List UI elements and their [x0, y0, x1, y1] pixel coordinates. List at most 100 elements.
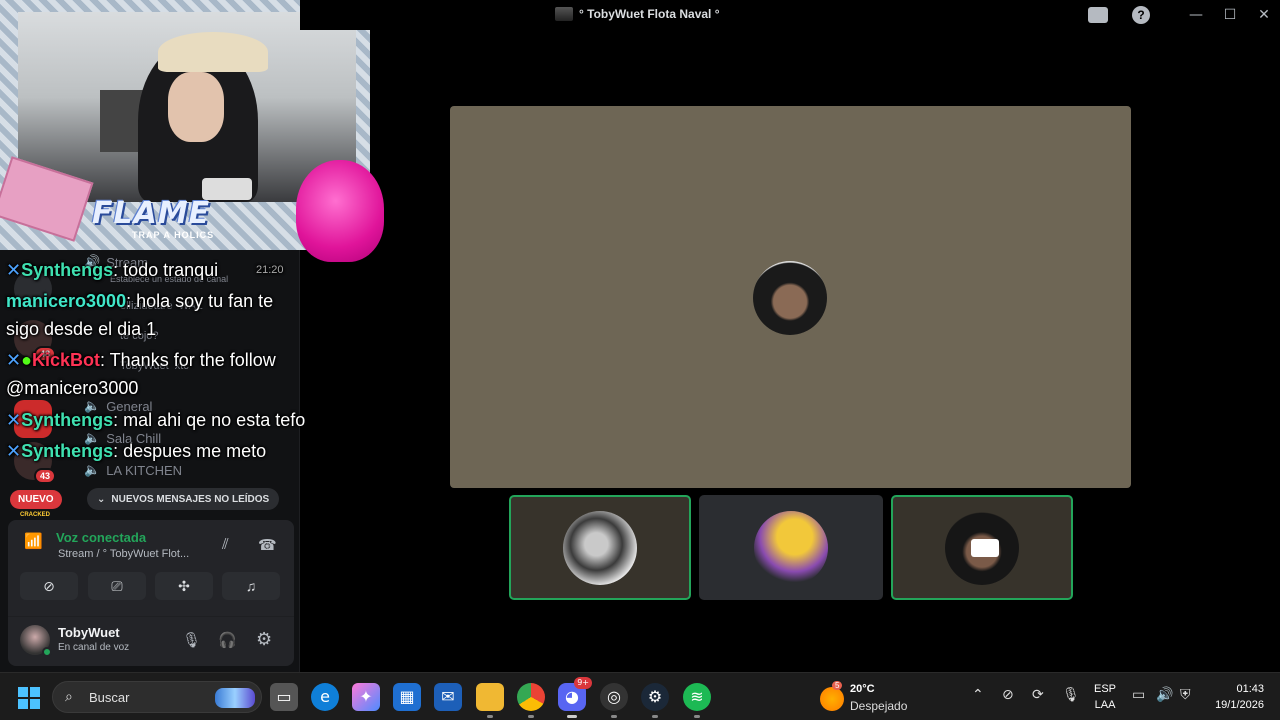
chat-message: manicero3000: hola soy tu fan te [6, 287, 273, 315]
maximize-button[interactable]: ☐ [1218, 4, 1242, 26]
task-view-icon[interactable]: ▭ [270, 683, 298, 711]
signal-icon[interactable]: 📶 [24, 532, 43, 550]
participant-tile[interactable] [509, 495, 691, 600]
steam-icon[interactable]: ⚙ [641, 683, 669, 718]
title-bar: ° TobyWuet Flota Naval ° ? — ☐ ✕ [300, 0, 1280, 30]
volume-icon[interactable]: 🔊 [1156, 687, 1173, 703]
camera-icon[interactable] [971, 539, 999, 557]
store-icon[interactable]: ▦ [393, 683, 421, 711]
inbox-icon[interactable] [1088, 7, 1108, 23]
verified-icon: ✕ [6, 441, 22, 461]
new-badge[interactable]: NUEVO [10, 490, 62, 509]
chrome-icon[interactable] [517, 683, 545, 718]
taskbar-search[interactable]: ⌕ Buscar [52, 681, 262, 713]
outlook-icon[interactable]: ✉ [434, 683, 462, 711]
weather-icon [820, 687, 844, 711]
disconnect-icon[interactable]: ☎ [258, 536, 277, 554]
eye-off-icon[interactable]: ⊘ [1002, 687, 1014, 703]
search-placeholder: Buscar [89, 690, 130, 705]
chat-message-continued: sigo desde el dia 1 [6, 315, 156, 343]
chat-user: Synthengs [21, 260, 114, 280]
camera-off-button[interactable]: ⊘ [20, 572, 78, 600]
discord-glyph: ◕ [565, 687, 579, 706]
soundboard-icon: ♫ [245, 578, 257, 594]
microphone-icon[interactable]: 🎙 [182, 631, 201, 649]
weather-badge: 5 [832, 681, 843, 690]
voice-stage[interactable] [450, 106, 1131, 488]
voice-status: Voz conectada [56, 530, 147, 545]
participant-tile[interactable] [699, 495, 883, 600]
chat-text: @manicero3000 [6, 378, 139, 398]
user-panel: TobyWuet En canal de voz 🎙 🎧 ⚙ [8, 616, 294, 666]
chat-message-continued: @manicero3000 [6, 374, 138, 402]
temperature: 20°C [850, 683, 875, 695]
chevron-down-icon: ⌄ [97, 493, 106, 505]
participant-avatar [563, 510, 637, 585]
clock-date: 19/1/2026 [1215, 699, 1264, 711]
flame-logo: FLAME [92, 196, 211, 231]
bot-icon: ● [21, 350, 32, 370]
voice-location[interactable]: Stream / ° TobyWuet Flot... [58, 548, 189, 560]
discord-icon[interactable]: ◕ 9+ [558, 677, 592, 718]
chat-text: : despues me meto [113, 441, 267, 461]
voice-connection-panel: 📶 Voz conectada Stream / ° TobyWuet Flot… [8, 520, 294, 666]
spotify-icon[interactable]: ≋ [683, 683, 711, 718]
discord-window: 48 43 CRACKED 🔊 Stream Establece un esta… [0, 0, 1280, 720]
headphones-icon[interactable]: 🎧 [218, 631, 237, 649]
user-status: En canal de voz [58, 642, 130, 653]
camera-off-icon: ⊘ [43, 578, 55, 594]
buddha-sticker [296, 160, 384, 262]
close-button[interactable]: ✕ [1252, 4, 1276, 26]
window-title: ° TobyWuet Flota Naval ° [555, 7, 720, 21]
chat-message: ✕Synthengs: todo tranqui [6, 256, 218, 284]
verified-icon: ✕ [6, 350, 22, 370]
clock-time: 01:43 [1236, 683, 1264, 695]
new-messages-label: NUEVOS MENSAJES NO LEÍDOS [111, 493, 270, 505]
language-code: ESP [1094, 683, 1117, 695]
chat-text: : todo tranqui [113, 260, 219, 280]
microphone-icon[interactable]: 🎙 [1062, 687, 1080, 703]
chevron-up-icon[interactable]: ⌃ [972, 687, 984, 703]
noise-suppression-icon[interactable]: ⫽ [222, 536, 229, 553]
streamer-face [168, 72, 224, 142]
battery-icon[interactable]: ⛨ [1180, 687, 1191, 703]
activities-button[interactable]: ✣ [155, 572, 213, 600]
participant-avatar[interactable] [753, 261, 827, 335]
help-icon[interactable]: ? [1132, 6, 1150, 24]
system-clock[interactable]: 01:43 19/1/2026 [1206, 681, 1264, 713]
network-icon[interactable]: ▭ [1132, 687, 1145, 703]
gear-icon[interactable]: ⚙ [256, 629, 272, 650]
chat-message: ✕Synthengs: mal ahi qe no esta tefo [6, 406, 305, 434]
sync-icon[interactable]: ⟳ [1032, 687, 1044, 703]
keyboard-layout: LAA [1094, 699, 1116, 711]
minimize-button[interactable]: — [1184, 4, 1208, 26]
server-label: CRACKED [20, 512, 50, 518]
search-highlight-image [215, 688, 255, 708]
chat-text: sigo desde el dia 1 [6, 319, 157, 339]
chat-timestamp: 21:20 [256, 264, 284, 276]
verified-icon: ✕ [6, 260, 22, 280]
soundboard-button[interactable]: ♫ [222, 572, 280, 600]
server-thumbnail [555, 7, 573, 21]
chat-user: KickBot [31, 350, 100, 370]
participant-avatar [754, 510, 828, 585]
chat-text: : hola soy tu fan te [126, 291, 274, 311]
verified-icon: ✕ [6, 410, 22, 430]
chat-user: Synthengs [21, 441, 114, 461]
participant-tile[interactable] [891, 495, 1073, 600]
screen-share-button[interactable]: ⎚ [88, 572, 146, 600]
online-status-dot [42, 647, 52, 657]
new-messages-button[interactable]: ⌄ NUEVOS MENSAJES NO LEÍDOS [87, 488, 280, 510]
windows-start-icon[interactable] [18, 687, 40, 709]
mention-badge: 43 [33, 468, 56, 484]
language-indicator[interactable]: ESP LAA [1094, 681, 1116, 713]
username[interactable]: TobyWuet [58, 625, 120, 640]
file-explorer-icon[interactable] [476, 683, 504, 718]
edge-icon[interactable]: e [311, 683, 339, 711]
copilot-icon[interactable]: ✦ [352, 683, 380, 711]
chat-user: Synthengs [21, 410, 114, 430]
windows-taskbar: ⌕ Buscar ▭ e ✦ ▦ ✉ ◕ 9+ ◎ ⚙ ≋ 5 20°C Des… [0, 672, 1280, 720]
notification-badge: 9+ [574, 677, 592, 689]
search-icon: ⌕ [65, 688, 73, 704]
obs-icon[interactable]: ◎ [600, 683, 628, 718]
